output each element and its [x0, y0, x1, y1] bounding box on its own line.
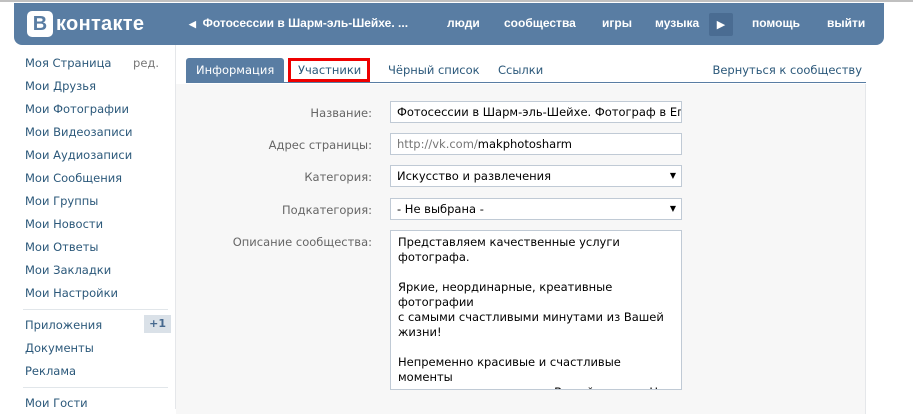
tab-blacklist[interactable]: Чёрный список: [378, 58, 490, 82]
apps-count-badge: +1: [144, 315, 171, 333]
nav-communities[interactable]: сообщества: [504, 16, 576, 30]
vk-logo[interactable]: В контакте: [27, 11, 144, 37]
tab-bar: Информация Участники Чёрный список Ссылк…: [186, 58, 866, 83]
subcategory-label: Подкатегория:: [281, 203, 372, 217]
sidebar-item-apps[interactable]: Приложения +1: [25, 315, 171, 341]
edit-link[interactable]: ред.: [133, 56, 159, 70]
sidebar-divider: [23, 309, 168, 310]
sidebar-item-bookmarks[interactable]: Мои Закладки: [25, 263, 165, 286]
sidebar-item-groups[interactable]: Мои Группы: [25, 194, 165, 217]
sidebar-item-photos[interactable]: Мои Фотографии: [25, 102, 165, 125]
tab-info[interactable]: Информация: [186, 58, 285, 82]
header: В контакте ◀ Фотосессии в Шарм-эль-Шейхе…: [14, 3, 884, 45]
chevron-left-icon: ◀: [189, 19, 196, 29]
sidebar-divider: [23, 387, 168, 388]
sidebar-item-news[interactable]: Мои Новости: [25, 217, 165, 240]
nav-music[interactable]: музыка: [655, 16, 699, 30]
sidebar-item-answers[interactable]: Мои Ответы: [25, 240, 165, 263]
sidebar-item-audio[interactable]: Мои Аудиозаписи: [25, 148, 165, 171]
sidebar-item-my-page[interactable]: Моя Страница ред.: [25, 56, 165, 79]
description-label: Описание сообщества:: [232, 235, 372, 249]
sidebar-item-documents[interactable]: Документы: [25, 341, 165, 364]
address-label: Адрес страницы:: [268, 138, 372, 152]
sidebar-item-guests[interactable]: Мои Гости: [25, 396, 165, 419]
info-form: Название: Фотосессии в Шарм-эль-Шейхе. Ф…: [176, 84, 866, 414]
sidebar: Моя Страница ред. Мои Друзья Мои Фотограф…: [23, 56, 171, 419]
tab-members[interactable]: Участники: [288, 58, 370, 82]
sidebar-item-messages[interactable]: Мои Сообщения: [25, 171, 165, 194]
window-top-border: [0, 0, 913, 2]
category-label: Категория:: [304, 170, 372, 184]
name-input[interactable]: Фотосессии в Шарм-эль-Шейхе. Фотограф в …: [390, 101, 682, 123]
play-right-icon[interactable]: ▶: [709, 13, 733, 36]
category-select[interactable]: Искусство и развлечения: [390, 165, 682, 187]
nav-logout[interactable]: выйти: [827, 16, 865, 30]
nav-help[interactable]: помощь: [752, 16, 800, 30]
description-textarea[interactable]: Представляем качественные услуги фотогра…: [390, 230, 682, 390]
sidebar-item-friends[interactable]: Мои Друзья: [25, 79, 165, 102]
back-to-community-link[interactable]: Вернуться к сообществу: [712, 58, 862, 82]
tab-links[interactable]: Ссылки: [488, 58, 553, 82]
nav-games[interactable]: игры: [602, 16, 632, 30]
main-content: Информация Участники Чёрный список Ссылк…: [176, 45, 866, 414]
address-input[interactable]: http://vk.com/makphotosharm: [390, 133, 682, 155]
sidebar-item-ads[interactable]: Реклама: [25, 364, 165, 387]
nav-people[interactable]: люди: [447, 16, 480, 30]
back-to-group-link[interactable]: ◀ Фотосессии в Шарм-эль-Шейхе. ...: [189, 16, 408, 30]
sidebar-item-videos[interactable]: Мои Видеозаписи: [25, 125, 165, 148]
sidebar-item-settings[interactable]: Мои Настройки: [25, 286, 165, 309]
name-label: Название:: [310, 106, 372, 120]
subcategory-select[interactable]: - Не выбрана -: [390, 198, 682, 220]
